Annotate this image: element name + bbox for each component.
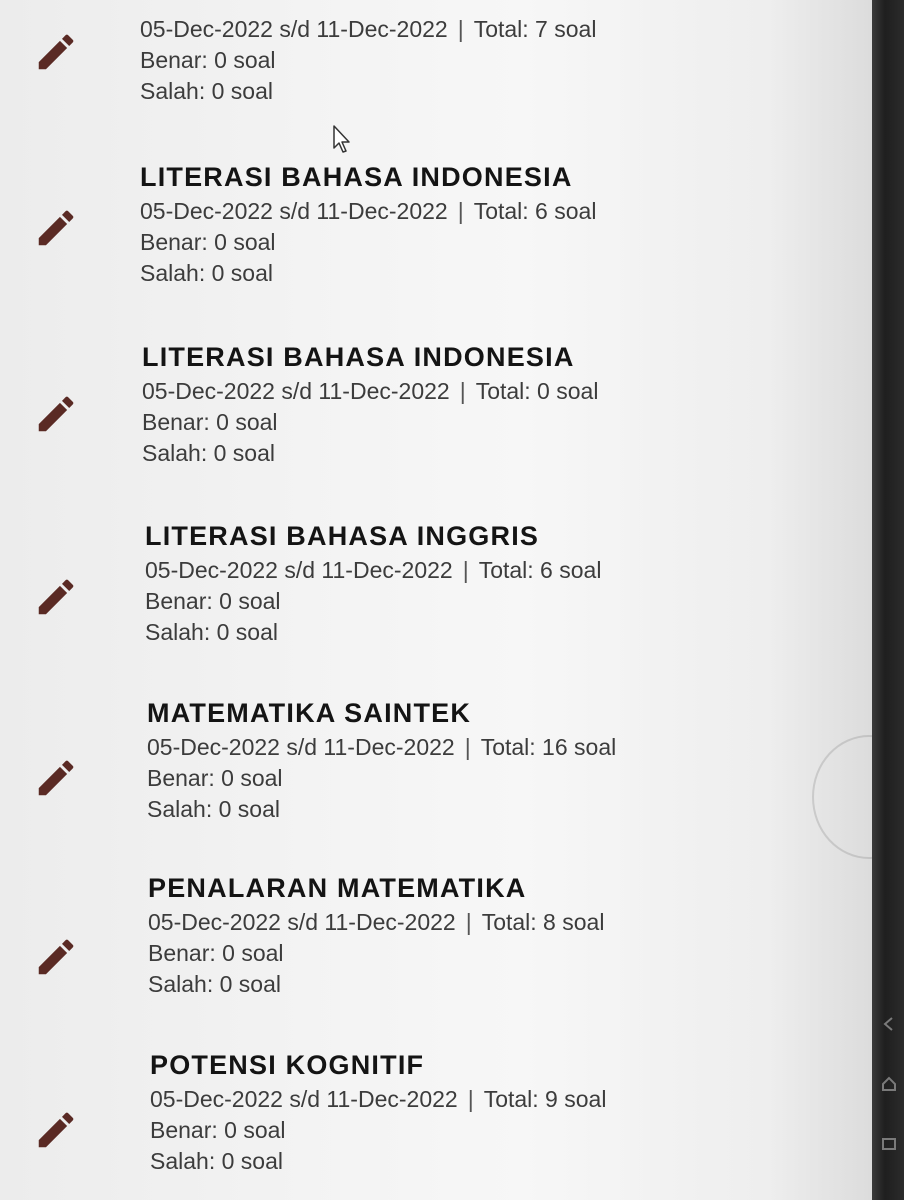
device-bezel <box>872 0 904 1200</box>
exam-correct: Benar: 0 soal <box>147 765 283 791</box>
edit-button[interactable] <box>30 571 82 623</box>
list-item[interactable]: POTENSI KOGNITIF 05-Dec-2022 s/d 11-Dec-… <box>0 1048 840 1188</box>
exam-wrong: Salah: 0 soal <box>147 796 280 822</box>
exam-correct: Benar: 0 soal <box>140 229 276 255</box>
exam-total: Total: 0 soal <box>475 378 599 404</box>
exam-wrong: Salah: 0 soal <box>150 1148 283 1174</box>
exam-period-line: 05-Dec-2022 s/d 11-Dec-2022 | Total: 8 soa… <box>148 907 768 938</box>
separator: | <box>462 557 469 583</box>
list-item[interactable]: 05-Dec-2022 s/d 11-Dec-2022 | Total: 7 soa… <box>0 8 840 108</box>
exam-period: 05-Dec-2022 s/d 11-Dec-2022 <box>140 198 448 224</box>
home-icon[interactable] <box>880 1075 898 1093</box>
exam-wrong: Salah: 0 soal <box>140 78 273 104</box>
exam-title: LITERASI BAHASA INDONESIA <box>142 342 575 372</box>
pencil-icon <box>38 939 74 975</box>
screen: 05-Dec-2022 s/d 11-Dec-2022 | Total: 7 soa… <box>0 0 872 1200</box>
edit-button[interactable] <box>30 388 82 440</box>
exam-list: 05-Dec-2022 s/d 11-Dec-2022 | Total: 7 soa… <box>0 0 872 1200</box>
exam-period: 05-Dec-2022 s/d 11-Dec-2022 <box>140 16 448 42</box>
exam-period-line: 05-Dec-2022 s/d 11-Dec-2022 | Total: 6 soa… <box>140 196 760 227</box>
exam-title: LITERASI BAHASA INGGRIS <box>145 521 540 551</box>
exam-correct: Benar: 0 soal <box>150 1117 286 1143</box>
back-icon[interactable] <box>880 1015 898 1033</box>
list-item[interactable]: LITERASI BAHASA INGGRIS 05-Dec-2022 s/d … <box>0 519 840 649</box>
exam-period-line: 05-Dec-2022 s/d 11-Dec-2022 | Total: 6 soa… <box>145 555 765 586</box>
exam-wrong: Salah: 0 soal <box>140 260 273 286</box>
pencil-icon <box>38 1112 74 1148</box>
exam-title: LITERASI BAHASA INDONESIA <box>140 162 573 192</box>
list-item[interactable]: LITERASI BAHASA INDONESIA 05-Dec-2022 s/… <box>0 160 840 290</box>
recent-apps-icon[interactable] <box>880 1135 898 1153</box>
separator: | <box>467 1086 474 1112</box>
exam-correct: Benar: 0 soal <box>140 47 276 73</box>
exam-total: Total: 6 soal <box>478 557 602 583</box>
list-item[interactable]: PENALARAN MATEMATIKA 05-Dec-2022 s/d 11-… <box>0 871 840 1001</box>
list-item[interactable]: LITERASI BAHASA INDONESIA 05-Dec-2022 s/… <box>0 340 840 470</box>
exam-title: POTENSI KOGNITIF <box>150 1050 425 1080</box>
exam-correct: Benar: 0 soal <box>148 940 284 966</box>
exam-total: Total: 16 soal <box>480 734 617 760</box>
separator: | <box>457 16 464 42</box>
exam-period: 05-Dec-2022 s/d 11-Dec-2022 <box>148 909 456 935</box>
exam-total: Total: 9 soal <box>483 1086 607 1112</box>
exam-period-line: 05-Dec-2022 s/d 11-Dec-2022 | Total: 7 soa… <box>140 14 760 45</box>
separator: | <box>459 378 466 404</box>
separator: | <box>464 734 471 760</box>
exam-period-line: 05-Dec-2022 s/d 11-Dec-2022 | Total: 9 soa… <box>150 1084 770 1115</box>
edit-button[interactable] <box>30 931 82 983</box>
exam-total: Total: 8 soal <box>481 909 605 935</box>
pencil-icon <box>38 34 74 70</box>
mouse-cursor-icon <box>332 124 354 154</box>
separator: | <box>457 198 464 224</box>
exam-period: 05-Dec-2022 s/d 11-Dec-2022 <box>145 557 453 583</box>
exam-title: MATEMATIKA SAINTEK <box>147 698 472 728</box>
exam-period-line: 05-Dec-2022 s/d 11-Dec-2022 | Total: 16 so… <box>147 732 767 763</box>
exam-total: Total: 7 soal <box>473 16 597 42</box>
pencil-icon <box>38 760 74 796</box>
pencil-icon <box>38 396 74 432</box>
exam-title: PENALARAN MATEMATIKA <box>148 873 527 903</box>
pencil-icon <box>38 210 74 246</box>
exam-correct: Benar: 0 soal <box>142 409 278 435</box>
exam-wrong: Salah: 0 soal <box>148 971 281 997</box>
exam-period-line: 05-Dec-2022 s/d 11-Dec-2022 | Total: 0 soa… <box>142 376 762 407</box>
edit-button[interactable] <box>30 26 82 78</box>
exam-total: Total: 6 soal <box>473 198 597 224</box>
exam-period: 05-Dec-2022 s/d 11-Dec-2022 <box>142 378 450 404</box>
exam-period: 05-Dec-2022 s/d 11-Dec-2022 <box>150 1086 458 1112</box>
list-item[interactable]: MATEMATIKA SAINTEK 05-Dec-2022 s/d 11-De… <box>0 696 840 826</box>
edit-button[interactable] <box>30 1104 82 1156</box>
separator: | <box>465 909 472 935</box>
exam-period: 05-Dec-2022 s/d 11-Dec-2022 <box>147 734 455 760</box>
edit-button[interactable] <box>30 752 82 804</box>
exam-wrong: Salah: 0 soal <box>145 619 278 645</box>
edit-button[interactable] <box>30 202 82 254</box>
exam-wrong: Salah: 0 soal <box>142 440 275 466</box>
exam-correct: Benar: 0 soal <box>145 588 281 614</box>
pencil-icon <box>38 579 74 615</box>
